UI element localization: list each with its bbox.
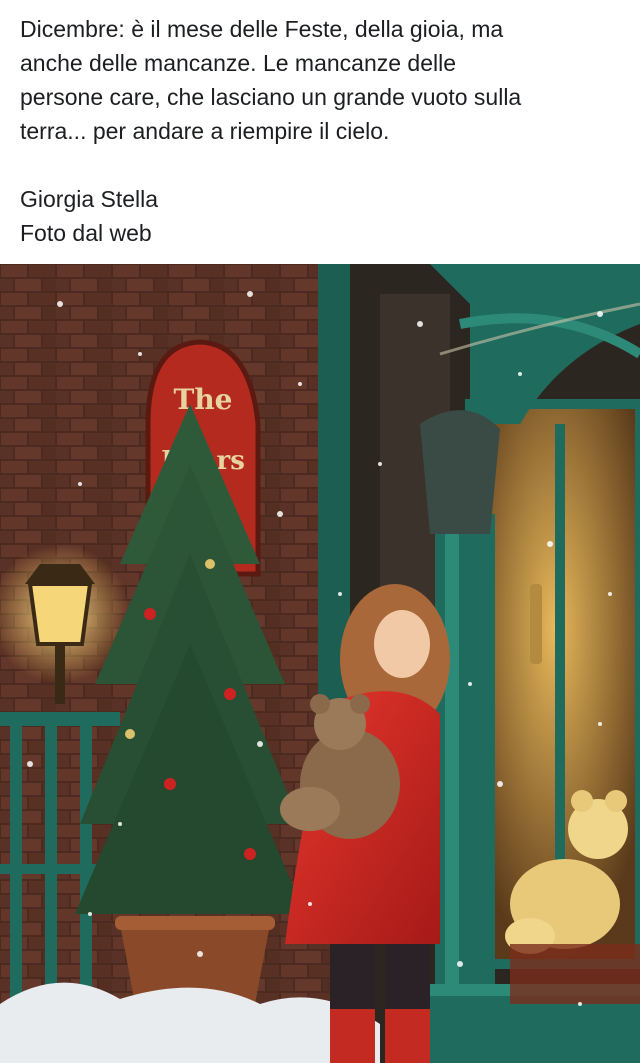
pillar-ornament xyxy=(420,410,500,534)
post-credit: Foto dal web xyxy=(20,220,152,246)
post-photo[interactable]: The Bears xyxy=(0,264,640,1063)
porch-pillar xyxy=(435,514,495,1014)
post-text: Dicembre: è il mese delle Feste, della g… xyxy=(0,0,640,264)
post-line-2: anche delle mancanze. Le mancanze delle xyxy=(20,50,457,76)
red-boot xyxy=(330,1009,375,1063)
christmas-porch-illustration: The Bears xyxy=(0,264,640,1063)
post-line-1: Dicembre: è il mese delle Feste, della g… xyxy=(20,16,504,42)
post-line-3: persone care, che lasciano un grande vuo… xyxy=(20,84,522,110)
post-line-4: terra... per andare a riempire il cielo. xyxy=(20,118,390,144)
post-author: Giorgia Stella xyxy=(20,186,159,212)
door-handle xyxy=(530,584,542,664)
sign-line-1: The xyxy=(173,383,232,416)
